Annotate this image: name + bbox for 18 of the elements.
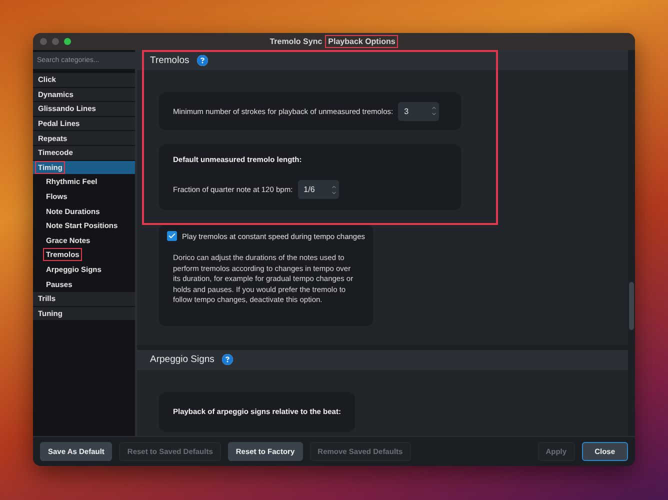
window-close-button[interactable] [40,38,47,45]
number-stepper[interactable]: 3 [398,102,440,120]
help-icon[interactable] [197,54,208,66]
window-zoom-button[interactable] [64,38,71,45]
window-title: Tremolo Sync [270,37,322,46]
section-title: Arpeggio Signs [150,354,214,365]
window-minimize-button[interactable] [52,38,59,45]
window-subtitle: Playback Options [325,35,398,48]
chevron-up-icon[interactable] [431,105,438,111]
chevron-up-icon[interactable] [330,184,337,190]
scrollbar[interactable] [628,50,635,436]
chevron-down-icon[interactable] [330,190,337,196]
number-stepper[interactable]: 1/6 [298,180,339,199]
chevron-down-icon[interactable] [431,111,438,117]
section-title: Tremolos [150,54,190,66]
scroll-thumb[interactable] [629,282,634,330]
checkbox[interactable] [167,231,177,241]
help-icon[interactable] [222,354,234,365]
